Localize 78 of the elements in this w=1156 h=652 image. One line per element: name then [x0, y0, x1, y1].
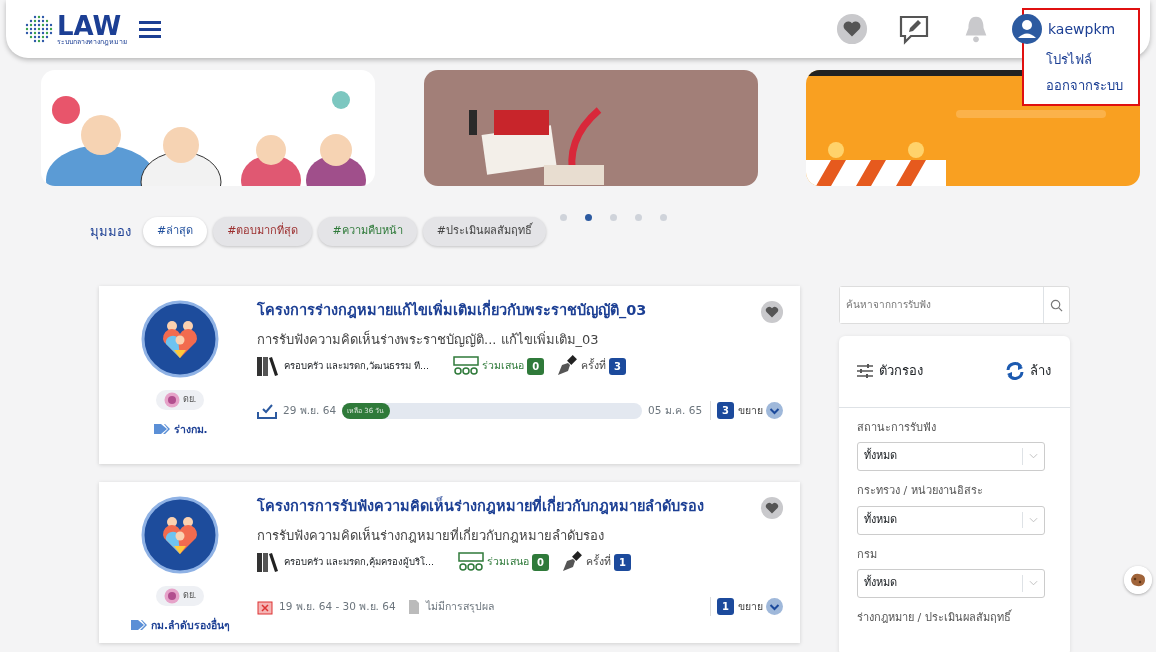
books-icon	[257, 552, 281, 572]
menu-icon[interactable]	[139, 19, 161, 39]
round-count: 1	[614, 553, 632, 571]
filter-title: ตัวกรอง	[879, 362, 923, 381]
filter-label: ร่างกฎหมาย / ประเมินผลสัมฤทธิ์	[857, 610, 1013, 626]
logo-icon	[24, 14, 54, 44]
pen-nib-icon	[556, 355, 579, 377]
participate-count: 0	[527, 357, 545, 375]
summary-status: ไม่มีการสรุปผล	[425, 598, 494, 615]
project-title[interactable]: โครงการการรับฟังความคิดเห็นร่างกฎหมายที่เกี่ยวกับกฎหมายลำดับรอง	[257, 495, 704, 518]
filter-label: กรม	[857, 546, 878, 563]
project-title[interactable]: โครงการร่างกฎหมายแก้ไขเพิ่มเติมเกี่ยวกับพระราชบัญญัติ_03	[257, 299, 647, 322]
agency-name: ดย.	[182, 392, 197, 406]
participate-label: ร่วมเสนอ	[487, 554, 530, 570]
menu-item[interactable]: โปรไฟล์	[1024, 47, 1132, 73]
username[interactable]: kaewpkm	[1048, 18, 1116, 40]
seal-icon	[163, 391, 180, 408]
start-date: 29 พ.ย. 64	[283, 402, 337, 418]
filter-tag[interactable]: #ความคืบหน้า	[318, 217, 417, 246]
topic-text: ครอบครัว และมรดก,คุ้มครองผู้บริโ...	[284, 554, 435, 570]
avatar-icon[interactable]	[1012, 14, 1042, 44]
category-label: ร่างกม.	[173, 421, 208, 437]
inbox-check-icon	[257, 402, 277, 419]
expand-button[interactable]: ขยาย	[737, 401, 784, 420]
filter-tag[interactable]: #ล่าสุด	[143, 217, 208, 246]
menu-item[interactable]: ออกจากระบบ	[1024, 72, 1132, 98]
cookie-icon[interactable]	[1124, 566, 1152, 594]
view-label: มุมมอง	[90, 222, 131, 241]
participate-count: 0	[532, 553, 550, 571]
reset-button[interactable]: ล้าง	[1005, 360, 1052, 382]
round-label: ครั้งที่	[586, 554, 612, 570]
carousel-dot[interactable]	[634, 214, 642, 221]
sliders-icon	[857, 364, 873, 378]
search-icon	[1050, 298, 1063, 312]
round-label: ครั้งที่	[581, 358, 607, 374]
round-count: 3	[609, 357, 627, 375]
pen-nib-icon	[561, 551, 584, 573]
chevron-down-icon	[766, 598, 783, 615]
project-description: การรับฟังความคิดเห็นร่างพระราชบัญญัติ... แก้ไขเพิ่มเติม_03	[257, 329, 600, 349]
participate-label: ร่วมเสนอ	[482, 358, 525, 374]
carousel-dot[interactable]	[559, 214, 567, 221]
agency-name: ดย.	[182, 588, 197, 602]
carousel-dot[interactable]	[659, 214, 667, 221]
logo-text: LAW	[57, 12, 122, 39]
date-range: 19 พ.ย. 64 - 30 พ.ย. 64	[279, 598, 396, 614]
filter-tag[interactable]: #ประเมินผลสัมฤทธิ์	[422, 217, 546, 246]
end-date: 05 ม.ค. 65	[648, 402, 703, 418]
tag-icon	[130, 618, 148, 633]
filter-label: สถานะการรับฟัง	[857, 419, 937, 436]
group-icon	[453, 356, 480, 376]
search-field[interactable]: ค้นหาจากการรับฟัง	[839, 285, 1070, 324]
filter-tag[interactable]: #ตอบมากที่สุด	[213, 217, 313, 246]
document-icon	[407, 598, 420, 615]
category-label: กม.ลำดับรองอื่นๆ	[151, 617, 230, 634]
select-value: ทั้งหมด	[863, 511, 898, 528]
chevron-down-icon	[1029, 516, 1038, 523]
group-icon	[458, 552, 485, 572]
chevron-down-icon	[766, 402, 783, 419]
select-field[interactable]: ทั้งหมด	[857, 442, 1045, 471]
select-value: ทั้งหมด	[863, 575, 898, 592]
expand-button[interactable]: ขยาย	[737, 597, 784, 616]
project-description: การรับฟังความคิดเห็นร่างกฎหมายที่เกี่ยวกับกฎหมายลำดับรอง	[257, 525, 605, 545]
filter-label: กระทรวง / หน่วยงานอิสระ	[857, 483, 984, 499]
carousel-dot[interactable]	[609, 214, 617, 221]
tag-icon	[152, 422, 171, 437]
seal-icon	[163, 587, 180, 604]
select-value: ทั้งหมด	[863, 448, 898, 465]
refresh-icon	[1006, 362, 1024, 380]
topic-text: ครอบครัว และมรดก,วัฒนธรรม ที...	[284, 358, 430, 373]
count-badge: 3	[717, 402, 734, 419]
books-icon	[257, 356, 281, 376]
calendar-x-icon	[257, 598, 273, 615]
carousel-dot[interactable]	[584, 214, 592, 221]
chevron-down-icon	[1029, 453, 1038, 460]
count-badge: 1	[717, 598, 734, 615]
chevron-down-icon	[1029, 580, 1038, 587]
select-field[interactable]: ทั้งหมด	[857, 569, 1045, 598]
select-field[interactable]: ทั้งหมด	[857, 505, 1045, 535]
